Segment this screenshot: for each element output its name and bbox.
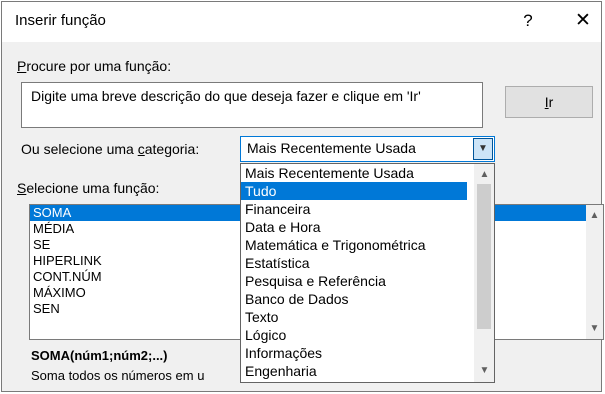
category-select-value: Mais Recentemente Usada bbox=[247, 140, 416, 156]
category-dropdown-list[interactable]: Mais Recentemente Usada Tudo Financeira Dat… bbox=[240, 163, 495, 383]
help-icon: ? bbox=[523, 11, 533, 30]
function-list-scrollbar[interactable]: ▲ ▼ bbox=[586, 205, 603, 339]
function-label-rest: elecione uma função: bbox=[26, 180, 160, 196]
category-option[interactable]: Matemática e Trigonométrica bbox=[241, 236, 467, 254]
category-select[interactable]: Mais Recentemente Usada ▼ bbox=[240, 136, 495, 162]
category-option[interactable]: Lógico bbox=[241, 326, 467, 344]
scroll-thumb[interactable] bbox=[477, 184, 491, 329]
function-label-mnemonic: S bbox=[17, 180, 27, 196]
category-option[interactable]: Financeira bbox=[241, 200, 467, 218]
category-option[interactable]: Tudo bbox=[241, 182, 467, 200]
category-label-post: ategoria: bbox=[144, 141, 200, 157]
scroll-up-icon[interactable]: ▲ bbox=[586, 207, 603, 224]
go-button-rest: r bbox=[548, 94, 554, 110]
search-label-rest: rocure por uma função: bbox=[26, 58, 172, 74]
function-description: Soma todos os números em u bbox=[31, 368, 205, 383]
category-option[interactable]: Estatística bbox=[241, 254, 467, 272]
close-button[interactable]: ✕ bbox=[565, 4, 601, 38]
insert-function-dialog: Inserir função ? ✕ Procure por uma funçã… bbox=[1, 1, 604, 392]
scroll-up-icon[interactable]: ▲ bbox=[476, 166, 493, 183]
search-label: Procure por uma função: bbox=[17, 58, 171, 74]
category-option[interactable]: Data e Hora bbox=[241, 218, 467, 236]
scroll-down-icon[interactable]: ▼ bbox=[586, 320, 603, 337]
category-option[interactable]: Banco de Dados bbox=[241, 290, 467, 308]
category-option[interactable]: Mais Recentemente Usada bbox=[241, 164, 467, 182]
close-icon: ✕ bbox=[575, 10, 591, 31]
function-list-label: Selecione uma função: bbox=[17, 180, 159, 196]
search-input[interactable]: Digite uma breve descrição do que deseja… bbox=[21, 82, 483, 128]
search-label-mnemonic: P bbox=[17, 58, 27, 74]
scroll-down-icon[interactable]: ▼ bbox=[476, 362, 493, 379]
category-label: Ou selecione uma categoria: bbox=[21, 141, 199, 157]
go-button[interactable]: Ir bbox=[505, 86, 593, 118]
chevron-down-icon[interactable]: ▼ bbox=[473, 138, 493, 160]
search-input-text: Digite uma breve descrição do que deseja… bbox=[31, 88, 421, 104]
category-option[interactable]: Texto bbox=[241, 308, 467, 326]
function-syntax: SOMA(núm1;núm2;...) bbox=[31, 348, 168, 363]
category-label-pre: Ou selecione uma bbox=[21, 141, 138, 157]
help-button[interactable]: ? bbox=[510, 4, 546, 38]
dialog-title: Inserir função bbox=[15, 12, 106, 29]
category-option[interactable]: Pesquisa e Referência bbox=[241, 272, 467, 290]
category-label-mnemonic: c bbox=[137, 141, 145, 157]
category-option[interactable]: Engenharia bbox=[241, 362, 467, 380]
title-bar: Inserir função ? ✕ bbox=[2, 2, 601, 42]
category-option[interactable]: Informações bbox=[241, 344, 467, 362]
dropdown-scrollbar[interactable]: ▲ ▼ bbox=[474, 164, 494, 382]
